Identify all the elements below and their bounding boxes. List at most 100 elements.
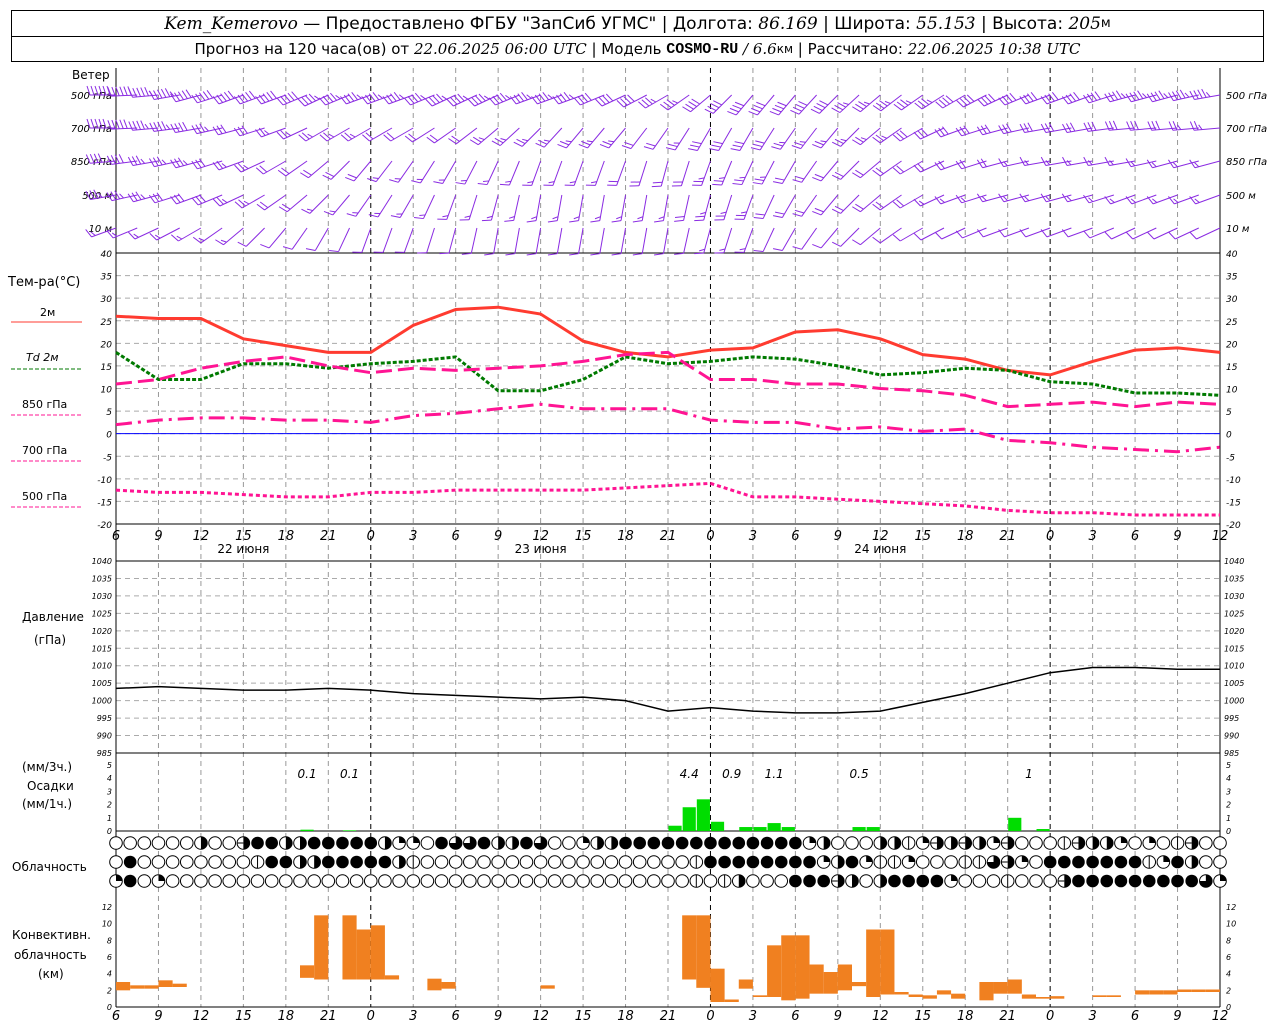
cloud-overcast-icon [718,836,731,850]
cloud-circle-icon [505,874,520,888]
cloud-symbol [1086,874,1099,888]
wind-barb-staff [641,227,648,254]
cloud-circle-icon [137,855,152,869]
cloud-circle-icon [703,874,718,888]
wind-barb-feather [816,103,826,109]
wind-barb-feather [563,92,571,101]
wind-barb-feather [351,92,359,101]
wind-barb-feather [896,101,906,109]
wind-barb-feather [791,145,801,150]
cloud-symbol [1156,836,1171,850]
wind-barb-feather [569,253,579,256]
temp-tick-right: 35 [1226,273,1238,283]
precip-total-label: 1 [1025,767,1033,781]
wind-barb-feather [777,101,787,107]
cloud-circle-icon [604,874,619,888]
precip-unit-3h: (мм/3ч.) [22,760,73,774]
wind-barb-feather [771,146,781,150]
cloud-circle-icon [179,855,194,869]
wind-barb-feather [547,94,553,99]
wind-barb-feather [729,107,739,113]
wind-barb-feather [810,108,820,114]
cloud-symbol [789,874,802,888]
precip-tick-left: 0 [107,827,112,836]
cloud-circle-icon [1213,836,1227,850]
wind-barb-feather [665,147,676,151]
wind-barb-icon [734,194,754,220]
x-tick-label-bottom: 9 [834,1009,842,1024]
wind-barb-icon [260,227,287,249]
x-tick-label-bottom: 21 [999,1009,1016,1024]
cloud-half-icon [300,836,307,850]
wind-barb-feather [181,90,188,99]
wind-barb-feather [262,93,270,102]
cloud-circle-icon [208,874,222,888]
cloud-symbol [760,855,774,869]
wind-barb-feather [1030,92,1038,101]
wind-barb-feather [695,215,705,218]
cloud-symbol [1015,836,1029,850]
wind-barb-icon [977,93,1008,107]
cloud-symbol [590,874,605,888]
wind-barb-feather [526,220,537,223]
wind-barb-feather [1133,91,1140,100]
precip-tick-right: 1 [1226,814,1231,823]
cloud-symbol [151,836,166,850]
precip-tick-right: 4 [1226,774,1231,783]
wind-barb-icon [148,192,180,204]
cloud-overcast-icon [1114,855,1128,869]
cloud-symbol [420,874,435,888]
cloud-symbol [222,855,237,869]
conv-bar [342,915,357,980]
wind-barb-icon [1189,121,1221,131]
wind-barb-icon [714,227,733,254]
wind-barb-feather [913,233,922,241]
cloud-symbol [151,874,166,888]
wind-barb-feather [834,171,844,178]
wind-barb-feather [611,220,622,223]
cloud-circle-icon [618,855,633,869]
conv-bar [752,995,768,997]
cloud-symbol [760,874,774,888]
cloud-half-icon [880,874,887,888]
cloud-overcast-icon [123,855,137,869]
conv-bar [894,992,909,995]
wind-barb-feather [368,93,376,102]
cloud-symbol [731,874,746,888]
wind-barb-feather [1146,93,1153,103]
cloud-symbol [690,836,703,850]
wind-barb-icon [810,94,839,114]
cloud-symbol [109,855,123,869]
wind-barb-feather [559,140,570,146]
cloud-circle-icon [1029,874,1043,888]
cloud-circle-icon [661,855,675,869]
wind-barb-icon [170,121,202,134]
wind-barb-icon [128,120,159,131]
wind-barb-icon [665,127,690,151]
pressure-unit: (гПа) [34,633,67,647]
wind-barb-feather [795,103,805,109]
wind-barb-feather [174,92,181,101]
cloud-symbol [519,874,534,888]
cloud-overcast-icon [746,855,760,869]
precip-bar [739,827,753,831]
cloud-circle-icon [845,836,859,850]
cloud-circle-icon [434,874,449,888]
wind-barb-staff [556,227,563,254]
wind-barb-feather [942,126,949,135]
cloud-overcast-icon [774,836,788,850]
cloud-symbol [335,874,350,888]
conv-bar [427,978,442,991]
legend-td: Td 2м [26,351,59,364]
wind-barb-feather [198,194,206,203]
cloud-half-icon [979,836,986,850]
wind-barb-feather [521,92,528,101]
cloud-symbol [392,855,406,869]
cloud-quarter-icon [116,874,123,881]
cloud-symbol [718,836,731,850]
wind-barb-staff [1068,227,1093,238]
x-tick-label-bottom: 21 [320,1009,337,1024]
cloud-symbol [901,855,916,869]
wind-barb-feather [710,103,720,109]
cloud-symbol [675,855,689,869]
